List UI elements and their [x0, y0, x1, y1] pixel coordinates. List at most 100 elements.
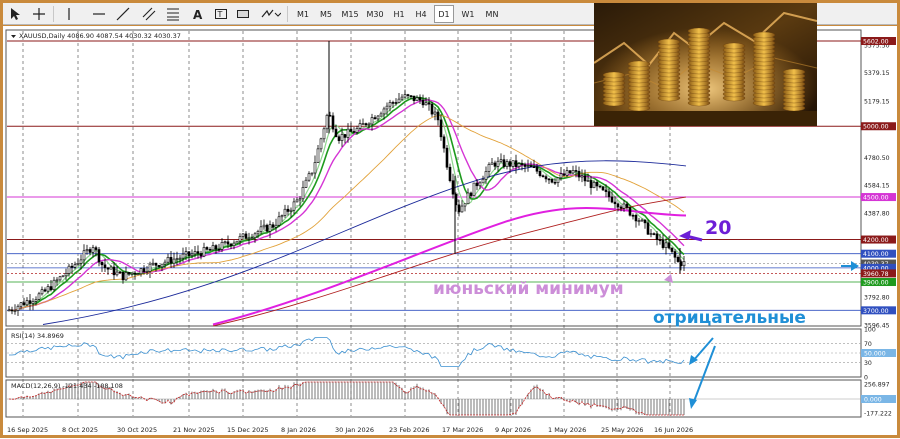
arrows-dropdown-icon[interactable] [257, 5, 283, 23]
fibonacci-tool-icon[interactable] [163, 5, 183, 23]
candle-body [409, 95, 413, 97]
coin [687, 27, 711, 35]
tab-h4[interactable]: H4 [411, 5, 431, 23]
candle-body [337, 136, 341, 141]
price-level-value: 3960.78 [863, 271, 889, 278]
candle-body [85, 249, 89, 252]
candle-body [343, 134, 347, 138]
candle-body [580, 175, 584, 178]
candle-body [55, 279, 59, 282]
candle-body [169, 257, 173, 264]
price-scale: 5575.505379.155179.154780.504584.154387.… [861, 37, 896, 330]
rectangle-tool-icon[interactable] [233, 5, 253, 23]
candle-body [448, 166, 452, 182]
ma200-line [212, 207, 687, 326]
candle-body [568, 170, 572, 174]
candle-body [217, 248, 221, 251]
time-label: 8 Oct 2025 [62, 426, 98, 434]
candle-body [400, 96, 404, 100]
candle-body [241, 233, 245, 237]
candle-body [106, 267, 110, 270]
time-label: 23 Feb 2026 [389, 426, 429, 434]
candle-body [517, 163, 521, 167]
candle-body [352, 131, 356, 133]
candle-body [151, 262, 155, 265]
candle-body [49, 286, 53, 291]
horizontal-line-icon[interactable] [89, 5, 109, 23]
candle-body [673, 251, 677, 258]
coin [752, 31, 776, 39]
time-label: 15 Dec 2025 [227, 426, 269, 434]
rsi-scale-label: 70 [864, 341, 872, 348]
macd-pane-border [5, 379, 862, 418]
tab-m1[interactable]: M1 [293, 5, 313, 23]
candle-body [190, 253, 194, 256]
tab-m5[interactable]: M5 [315, 5, 337, 23]
candle-body [274, 224, 278, 228]
tab-m30[interactable]: M30 [363, 5, 387, 23]
candle-body [424, 102, 428, 106]
candle-body [574, 170, 578, 172]
tab-w1[interactable]: W1 [458, 5, 478, 23]
candle-body [208, 249, 212, 251]
cursor-tool-icon[interactable] [5, 5, 25, 23]
tab-d1[interactable]: D1 [434, 5, 454, 23]
candle-body [301, 187, 305, 200]
candle-body [652, 233, 656, 235]
rsi-scale-label: 30 [864, 360, 872, 367]
macd-scale-label: -177.222 [864, 411, 892, 418]
candle-body [586, 180, 590, 182]
ma-red-line [212, 196, 687, 327]
candle-body [88, 249, 92, 253]
candle-body [415, 97, 419, 101]
candle-body [403, 94, 407, 98]
candle-body [676, 256, 680, 262]
tab-h1[interactable]: H1 [389, 5, 409, 23]
candle-body [163, 261, 167, 265]
candle-body [376, 115, 380, 120]
macd-label: MACD(12,26,9) -121.434 -108.108 [11, 382, 123, 390]
candle-body [340, 134, 344, 141]
candle-body [496, 160, 500, 167]
candle-body [592, 181, 596, 189]
candle-body [589, 180, 593, 189]
candle-body [82, 250, 86, 261]
candle-body [265, 224, 269, 232]
gold-coins-image [594, 3, 817, 126]
candle-body [25, 300, 29, 306]
candle-body [118, 271, 122, 274]
channel-tool-icon[interactable] [139, 5, 159, 23]
candle-body [562, 173, 566, 176]
candle-body [97, 249, 101, 263]
candle-body [199, 253, 203, 257]
rsi-indicator: 1007050.000300 [7, 327, 896, 382]
label-tool-icon[interactable]: T [211, 5, 231, 23]
crosshair-tool-icon[interactable] [29, 5, 49, 23]
tab-mn[interactable]: MN [481, 5, 503, 23]
price-level-value: 4100.00 [863, 251, 889, 258]
tab-m15[interactable]: M15 [339, 5, 361, 23]
macd-scale-label: 0.000 [864, 397, 882, 404]
candle-body [268, 224, 272, 232]
candle-body [211, 245, 215, 251]
candle-body [412, 95, 416, 101]
candle-body [316, 148, 320, 163]
trendline-icon[interactable] [113, 5, 133, 23]
candle-body [178, 257, 182, 260]
text-tool-icon[interactable]: A [187, 5, 207, 23]
candle-body [640, 219, 644, 222]
candle-body [121, 271, 125, 281]
candle-body [235, 240, 239, 244]
candle-body [307, 173, 311, 181]
candle-body [40, 289, 44, 295]
candle-body [427, 102, 431, 105]
dropdown-arrow-icon[interactable] [11, 35, 16, 38]
candle-body [172, 258, 176, 264]
candle-body [187, 251, 191, 256]
candle-body [145, 271, 149, 273]
candle-body [394, 102, 398, 104]
price-tick-label: 5379.15 [864, 70, 890, 77]
vertical-line-icon[interactable] [59, 5, 79, 23]
candle-body [232, 242, 236, 246]
candle-body [112, 266, 116, 276]
